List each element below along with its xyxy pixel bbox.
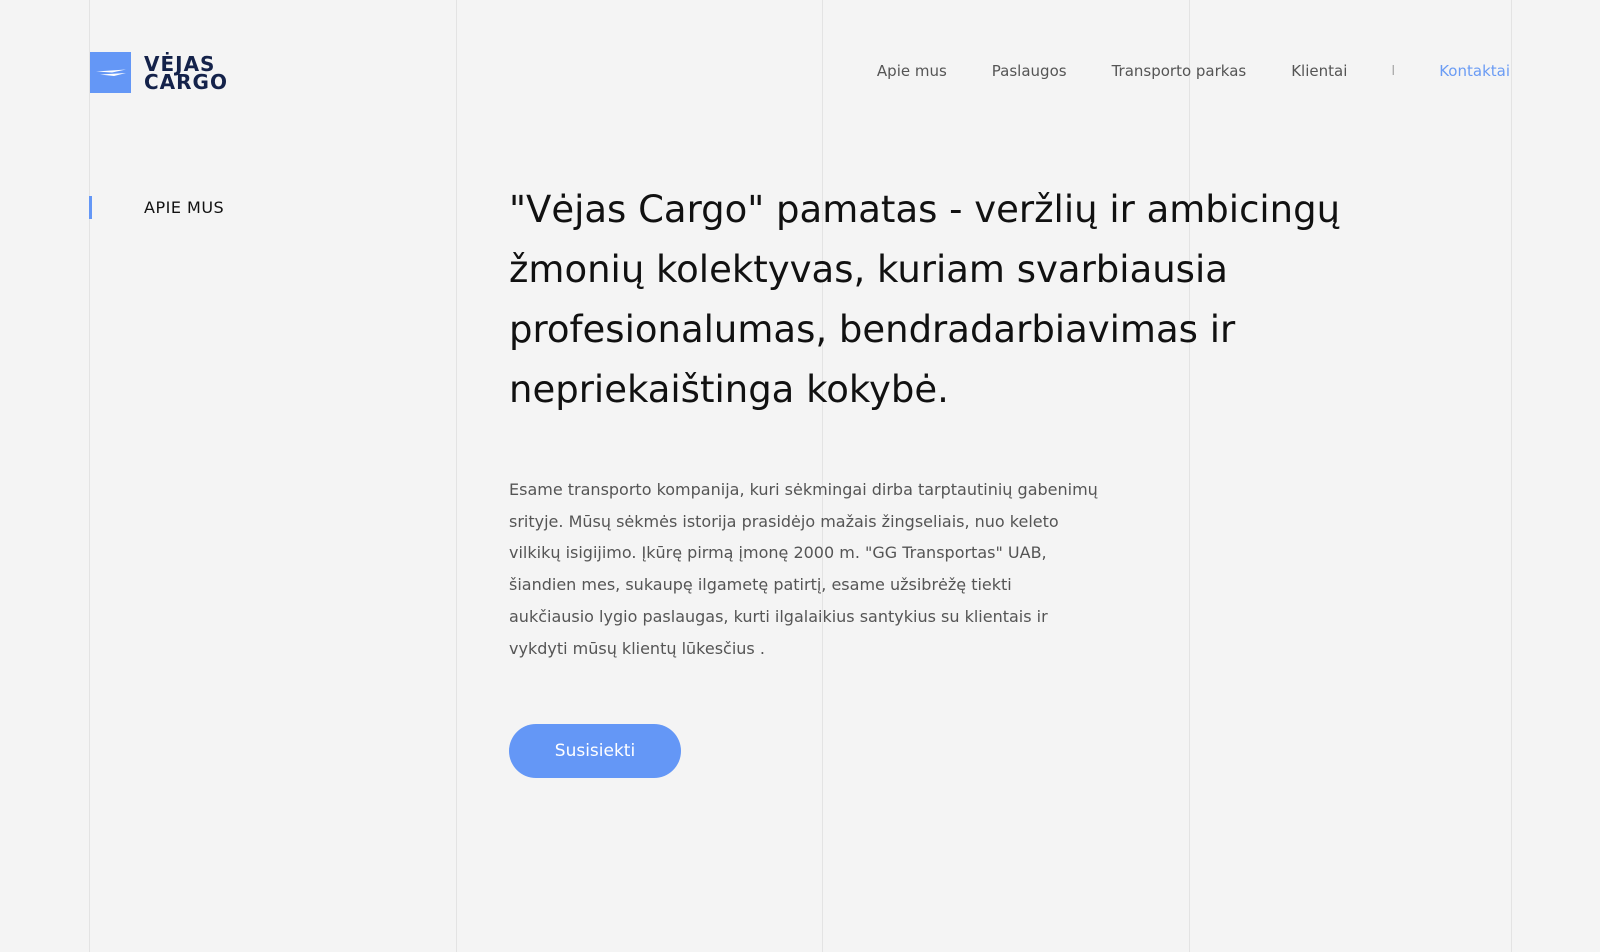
grid-line: [1511, 0, 1512, 952]
brand-logo[interactable]: VĖJAS CARGO: [90, 52, 228, 93]
nav-separator: I: [1391, 63, 1396, 79]
grid-line: [456, 0, 457, 952]
contact-button[interactable]: Susisiekti: [509, 724, 681, 778]
nav-item-kontaktai[interactable]: Kontaktai: [1439, 62, 1510, 80]
main-nav: Apie mus Paslaugos Transporto parkas Kli…: [832, 62, 1510, 80]
nav-item-paslaugos[interactable]: Paslaugos: [992, 62, 1067, 80]
logo-line-2: CARGO: [144, 69, 228, 94]
section-indicator: [89, 196, 92, 219]
logo-mark-icon: [90, 52, 131, 93]
nav-item-apie-mus[interactable]: Apie mus: [877, 62, 947, 80]
grid-line: [89, 0, 90, 952]
grid-line: [1189, 0, 1190, 952]
logo-wordmark: VĖJAS CARGO: [144, 54, 228, 94]
intro-paragraph: Esame transporto kompanija, kuri sėkming…: [509, 480, 1098, 658]
section-label: APIE MUS: [144, 198, 225, 217]
nav-item-klientai[interactable]: Klientai: [1291, 62, 1347, 80]
nav-item-transporto-parkas[interactable]: Transporto parkas: [1112, 62, 1247, 80]
page-headline: "Vėjas Cargo" pamatas - veržlių ir ambic…: [509, 188, 1341, 411]
